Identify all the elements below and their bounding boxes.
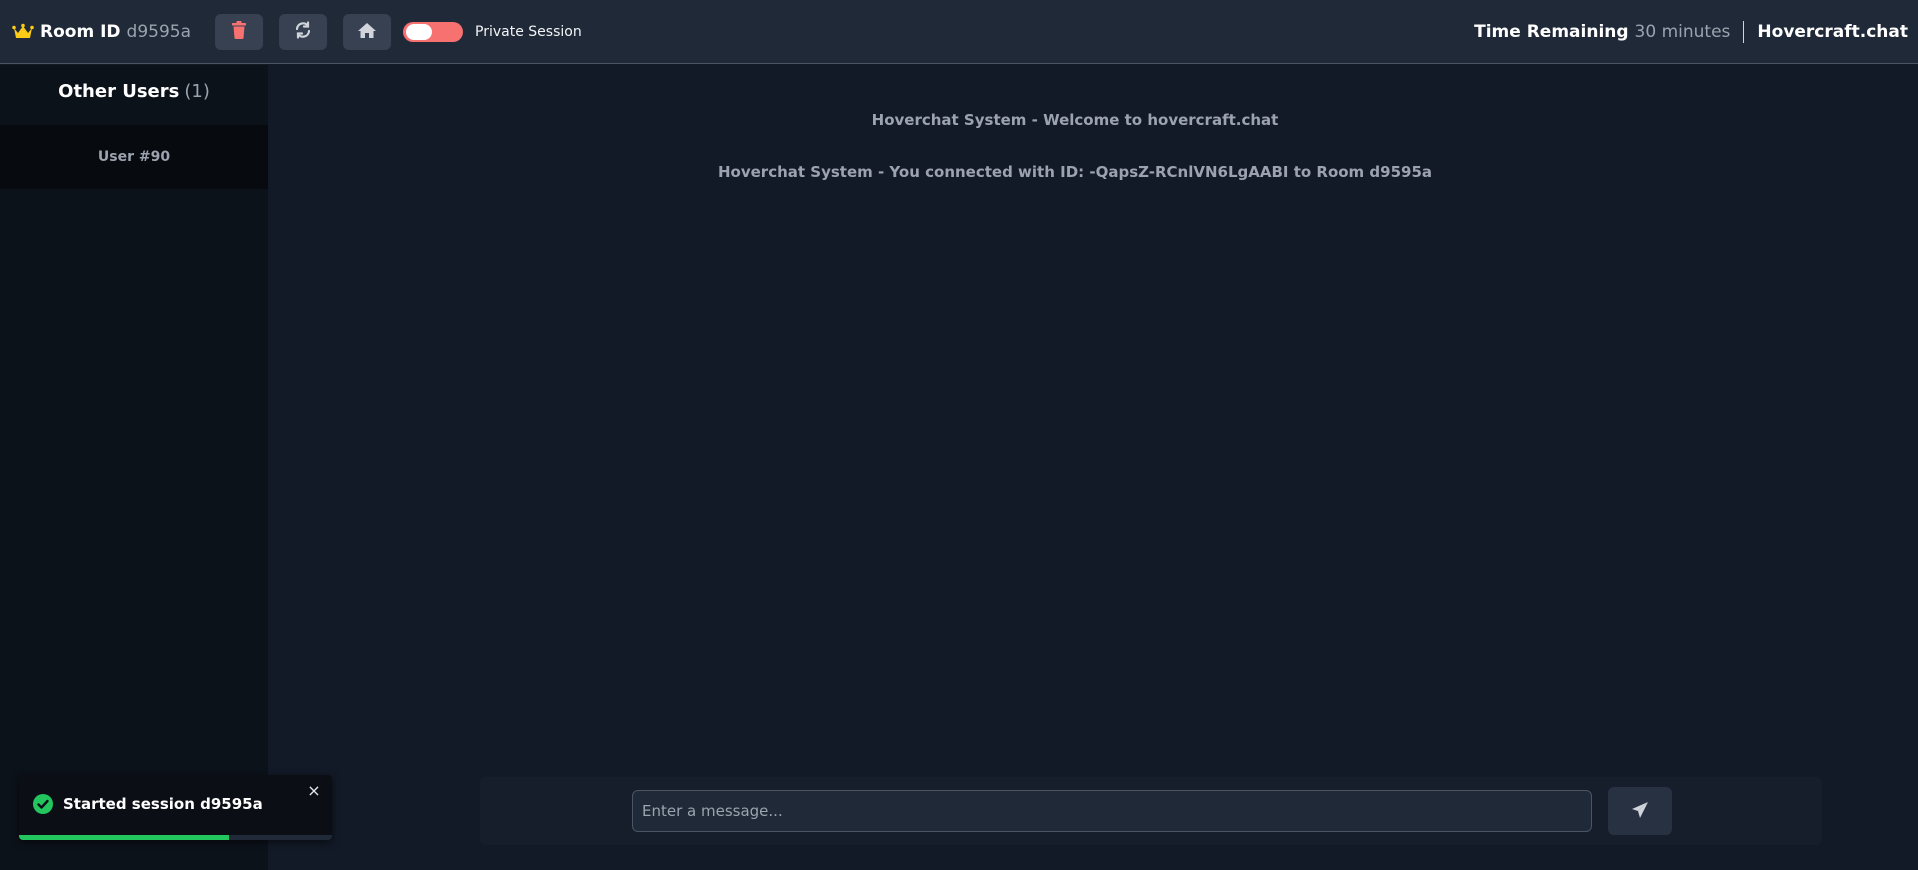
refresh-icon [294,21,312,42]
private-session-toggle[interactable] [403,21,464,42]
home-button[interactable] [343,13,392,50]
top-right-info: Time Remaining 30 minutes Hovercraft.cha… [1474,0,1908,64]
close-icon[interactable]: × [305,781,323,800]
home-icon [357,22,377,42]
check-circle-icon [33,794,53,814]
chat-area: Hoverchat System - Welcome to hovercraft… [268,65,1918,870]
brand-name[interactable]: Hovercraft.chat [1757,22,1908,42]
message-composer [480,777,1822,845]
private-session-label: Private Session [475,23,582,40]
divider [1743,21,1745,43]
toast-message: Started session d9595a [63,795,263,813]
trash-icon [231,21,247,42]
room-info: Room ID d9595a [12,22,191,42]
sidebar-title-text: Other Users [58,80,180,102]
user-label: User #90 [97,149,171,165]
room-id-label: Room ID [40,21,121,42]
time-remaining-label: Time Remaining [1474,22,1629,42]
time-remaining-value: 30 minutes [1634,22,1731,42]
user-list-item[interactable]: User #90 [0,125,268,189]
room-id-value: d9595a [126,21,192,42]
paper-plane-icon [1631,801,1649,822]
message-input[interactable] [632,790,1592,832]
system-message: Hoverchat System - Welcome to hovercraft… [871,111,1279,129]
toast-notification: Started session d9595a × [19,775,332,840]
toast-progress-track [19,835,332,840]
refresh-button[interactable] [279,13,328,50]
sidebar-title: Other Users (1) [0,65,268,117]
system-message: Hoverchat System - You connected with ID… [717,163,1433,181]
delete-room-button[interactable] [215,13,264,50]
toast-progress-bar [19,835,229,840]
users-sidebar: Other Users (1) User #90 [0,65,268,870]
top-bar: Room ID d9595a Private Session Time Rema… [0,0,1918,64]
crown-icon [12,23,34,41]
user-count: (1) [184,80,210,102]
send-button[interactable] [1608,787,1672,835]
toggle-knob [406,23,433,40]
